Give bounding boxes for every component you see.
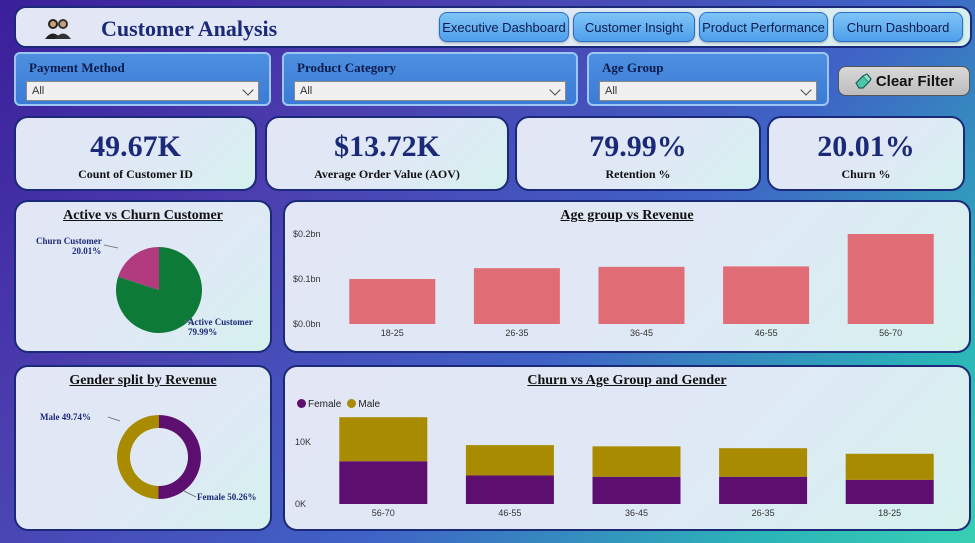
x-tick-label: 46-55 xyxy=(755,328,778,338)
leader-line xyxy=(183,490,197,498)
y-tick-label: $0.1bn xyxy=(293,274,321,284)
active-churn-pie-chart: Churn Customer20.01% Active Customer79.99… xyxy=(36,236,253,337)
donut-slice-male xyxy=(117,415,159,499)
clear-filter-button[interactable]: Clear Filter xyxy=(838,66,970,96)
dropdown-value: All xyxy=(300,85,313,97)
donut-slice-female xyxy=(158,415,202,499)
x-tick-label: 36-45 xyxy=(630,328,653,338)
x-tick-label: 26-35 xyxy=(505,328,528,338)
nav-product-performance[interactable]: Product Performance xyxy=(699,12,828,42)
slice-label-female: Female 50.26% xyxy=(197,492,256,502)
filter-label: Product Category xyxy=(297,60,397,75)
nav-churn-dashboard[interactable]: Churn Dashboard xyxy=(833,12,963,42)
churn-age-gender-panel: Churn vs Age Group and Gender Female Mal… xyxy=(283,365,971,531)
active-churn-panel: Active vs Churn Customer Churn Customer 2… xyxy=(14,200,272,353)
slice-value-churn: 20.01% xyxy=(72,246,101,256)
kpi-value: 79.99% xyxy=(589,130,687,163)
bar-male-56-70 xyxy=(339,417,428,462)
bar-56-70 xyxy=(847,234,934,324)
slice-label-active: Active Customer xyxy=(188,317,253,327)
kpi-label: Count of Customer ID xyxy=(78,167,193,181)
kpi-card-churn: 20.01% Churn % xyxy=(767,116,965,191)
kpi-value: $13.72K xyxy=(334,130,440,163)
clear-filter-label: Clear Filter xyxy=(875,72,955,90)
x-tick-label: 18-25 xyxy=(381,328,404,338)
gender-donut-chart: Male 49.74% Female 50.26% xyxy=(40,412,256,502)
bar-female-26-35 xyxy=(719,476,808,504)
x-tick-label: 56-70 xyxy=(372,508,395,518)
customers-icon xyxy=(45,19,71,39)
bar-male-26-35 xyxy=(719,448,808,477)
header-bar: Customer Analysis Executive Dashboard Cu… xyxy=(14,6,972,48)
product-category-filter: Product Category All xyxy=(282,52,578,106)
bar-female-18-25 xyxy=(845,479,934,504)
page-title: Customer Analysis xyxy=(101,16,278,41)
x-tick-label: 56-70 xyxy=(879,328,902,338)
bar-18-25 xyxy=(349,279,436,324)
payment-method-filter: Payment Method All xyxy=(14,52,271,106)
kpi-card-aov: $13.72K Average Order Value (AOV) xyxy=(265,116,509,191)
age-group-filter: Age Group All xyxy=(587,52,829,106)
bar-male-36-45 xyxy=(592,446,681,477)
y-tick-label: 0K xyxy=(295,499,306,509)
bar-26-35 xyxy=(473,268,560,324)
dropdown-value: All xyxy=(32,85,45,97)
kpi-card-retention: 79.99% Retention % xyxy=(515,116,761,191)
kpi-value: 20.01% xyxy=(817,130,915,163)
kpi-label: Retention % xyxy=(605,167,671,181)
age-revenue-panel: Age group vs Revenue $0.0bn $0.1bn $0.2bn 1… xyxy=(283,200,971,353)
slice-label-male: Male 49.74% xyxy=(40,412,91,422)
x-tick-label: 26-35 xyxy=(752,508,775,518)
filter-label: Age Group xyxy=(602,60,664,75)
filter-label: Payment Method xyxy=(29,60,125,75)
slice-label-churn: Churn Customer xyxy=(36,236,102,246)
nav-customer-insight[interactable]: Customer Insight xyxy=(573,12,695,42)
kpi-label: Average Order Value (AOV) xyxy=(314,167,460,181)
leader-line xyxy=(103,244,119,249)
churn-stacked-bar-chart: 0K 10K 56-70 46-55 36-45 26-35 18-25 xyxy=(295,417,934,518)
bar-46-55 xyxy=(723,266,810,324)
chevron-down-icon xyxy=(549,84,561,96)
payment-method-dropdown[interactable]: All xyxy=(26,81,259,101)
dropdown-value: All xyxy=(605,85,618,97)
leader-line xyxy=(107,416,121,422)
age-group-dropdown[interactable]: All xyxy=(599,81,817,101)
kpi-value: 49.67K xyxy=(90,130,181,163)
y-tick-label: $0.2bn xyxy=(293,229,321,239)
bar-male-18-25 xyxy=(845,453,934,480)
kpi-card-customers: 49.67K Count of Customer ID xyxy=(14,116,257,191)
gender-split-panel: Gender split by Revenue Male 49.74% Femal… xyxy=(14,365,272,531)
bar-female-56-70 xyxy=(339,461,428,504)
bar-female-46-55 xyxy=(465,475,554,504)
y-tick-label: $0.0bn xyxy=(293,319,321,329)
bar-female-36-45 xyxy=(592,476,681,504)
nav-executive-dashboard[interactable]: Executive Dashboard xyxy=(439,12,569,42)
bar-36-45 xyxy=(598,266,685,324)
chevron-down-icon xyxy=(242,84,254,96)
kpi-label: Churn % xyxy=(841,167,891,181)
y-tick-label: 10K xyxy=(295,437,311,447)
chevron-down-icon xyxy=(800,84,812,96)
slice-value-active: 79.99% xyxy=(188,327,217,337)
x-tick-label: 36-45 xyxy=(625,508,648,518)
age-revenue-bar-chart: $0.0bn $0.1bn $0.2bn 18-25 26-35 36-45 46-55 56… xyxy=(293,229,934,338)
x-tick-label: 46-55 xyxy=(498,508,521,518)
product-category-dropdown[interactable]: All xyxy=(294,81,566,101)
bar-male-46-55 xyxy=(465,445,554,476)
x-tick-label: 18-25 xyxy=(878,508,901,518)
eraser-icon xyxy=(855,73,872,89)
